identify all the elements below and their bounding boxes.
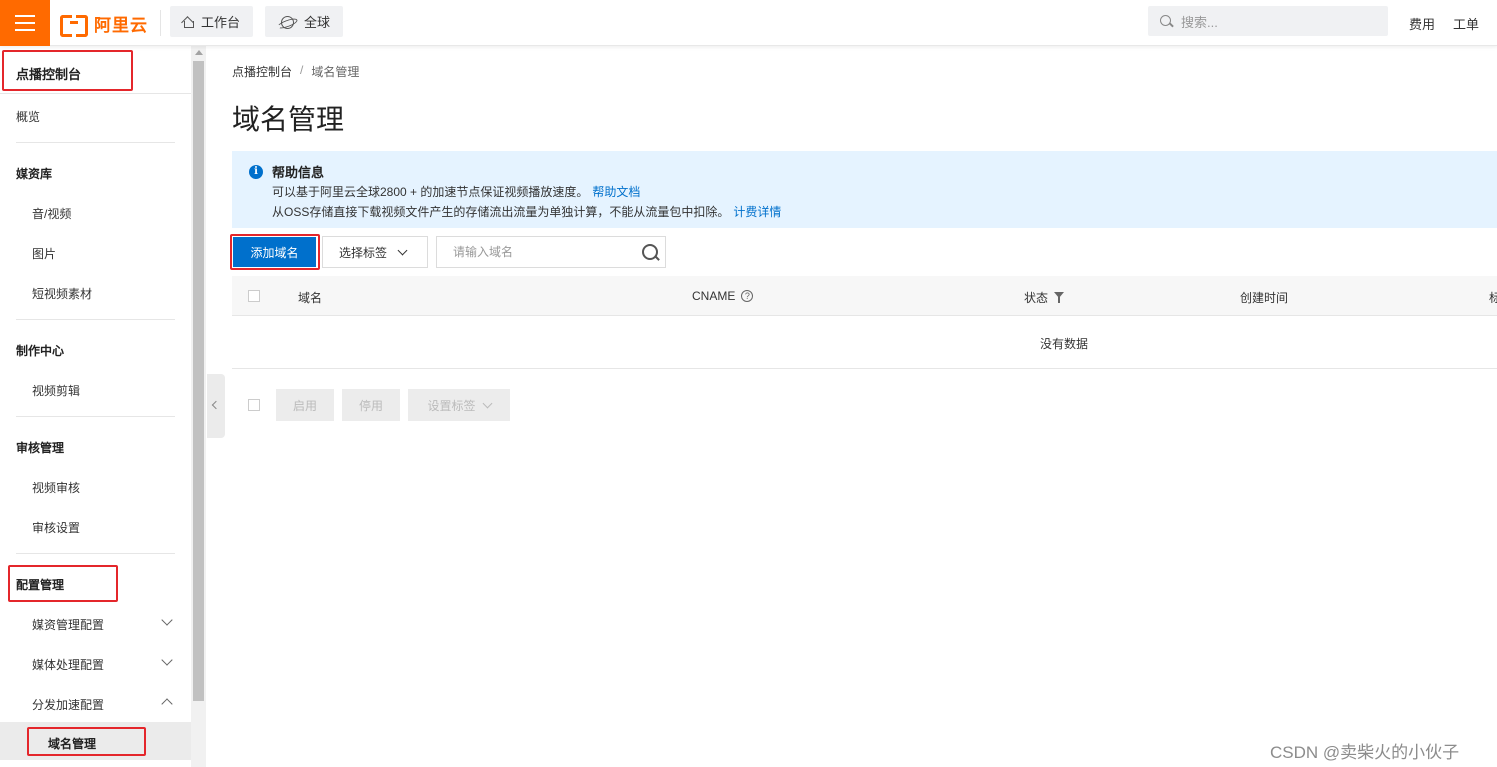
column-status: 状态 bbox=[1024, 289, 1065, 306]
table-empty-row: 没有数据 bbox=[232, 316, 1497, 369]
sidebar-group-production: 制作中心 bbox=[16, 344, 65, 358]
info-icon: i bbox=[249, 165, 263, 179]
chevron-down-icon bbox=[482, 398, 492, 408]
sidebar-item-overview[interactable]: 概览 bbox=[16, 108, 40, 125]
chevron-up-icon[interactable] bbox=[161, 698, 173, 710]
enable-button[interactable]: 启用 bbox=[276, 389, 334, 421]
domain-search-field[interactable] bbox=[436, 236, 666, 268]
sidebar-scrollbar[interactable] bbox=[191, 46, 206, 767]
breadcrumb-current: 域名管理 bbox=[311, 65, 360, 79]
column-created-time: 创建时间 bbox=[1240, 291, 1289, 305]
tab-workbench-label: 工作台 bbox=[201, 15, 241, 30]
select-all-checkbox[interactable] bbox=[248, 290, 260, 302]
sidebar-item-short-video[interactable]: 短视频素材 bbox=[32, 285, 92, 302]
set-tag-button[interactable]: 设置标签 bbox=[408, 389, 510, 421]
sidebar-item-media-config[interactable]: 媒资管理配置 bbox=[32, 616, 104, 633]
filter-icon[interactable] bbox=[1054, 292, 1065, 303]
divider bbox=[0, 93, 191, 94]
chevron-down-icon[interactable] bbox=[161, 654, 173, 666]
tab-region-label: 全球 bbox=[304, 15, 331, 30]
search-icon bbox=[1160, 14, 1173, 28]
sidebar-item-audio-video[interactable]: 音/视频 bbox=[32, 205, 71, 222]
chevron-left-icon bbox=[211, 400, 221, 410]
globe-icon bbox=[277, 15, 297, 29]
top-bar: 阿里云 工作台 全球 搜索... 费用 工单 bbox=[0, 0, 1497, 46]
chevron-down-icon[interactable] bbox=[161, 614, 173, 626]
sidebar-item-cdn-config[interactable]: 分发加速配置 bbox=[32, 696, 104, 713]
help-line: 从OSS存储直接下载视频文件产生的存储流出流量为单独计算，不能从流量包中扣除。计… bbox=[272, 203, 781, 220]
brand-name: 阿里云 bbox=[94, 15, 148, 35]
column-tags: 标 bbox=[1489, 291, 1497, 305]
sidebar-item-review-settings[interactable]: 审核设置 bbox=[32, 519, 80, 536]
divider bbox=[16, 319, 175, 320]
disable-button[interactable]: 停用 bbox=[342, 389, 400, 421]
help-doc-link[interactable]: 帮助文档 bbox=[592, 185, 640, 199]
help-info-panel: i 帮助信息 可以基于阿里云全球2800 + 的加速节点保证视频播放速度。 帮助文… bbox=[232, 151, 1497, 228]
billing-link[interactable]: 费用 bbox=[1409, 14, 1435, 33]
question-icon[interactable]: ? bbox=[741, 290, 754, 302]
column-cname: CNAME? bbox=[692, 289, 754, 303]
sidebar-group-config: 配置管理 bbox=[16, 578, 65, 592]
menu-icon bbox=[15, 15, 35, 17]
domain-search-input[interactable] bbox=[437, 237, 632, 267]
select-tag-dropdown[interactable]: 选择标签 bbox=[322, 236, 428, 268]
select-tag-label: 选择标签 bbox=[339, 245, 388, 260]
chevron-down-icon bbox=[397, 245, 408, 255]
tab-workbench[interactable]: 工作台 bbox=[170, 6, 253, 37]
ticket-link[interactable]: 工单 bbox=[1453, 14, 1479, 33]
add-domain-button[interactable]: 添加域名 bbox=[233, 237, 316, 267]
billing-detail-link[interactable]: 计费详情 bbox=[733, 205, 781, 219]
watermark: CSDN @卖柴火的小伙子 bbox=[1270, 743, 1460, 762]
home-icon bbox=[182, 16, 194, 28]
breadcrumb: 点播控制台 / 域名管理 bbox=[232, 63, 359, 80]
sidebar-item-processing-config[interactable]: 媒体处理配置 bbox=[32, 656, 104, 673]
sidebar-group-media: 媒资库 bbox=[16, 167, 53, 181]
help-line: 可以基于阿里云全球2800 + 的加速节点保证视频播放速度。 帮助文档 bbox=[272, 183, 640, 200]
sidebar: 点播控制台 概览 媒资库 音/视频 图片 短视频素材 制作中心 视频剪辑 审核管… bbox=[0, 46, 191, 767]
sidebar-item-images[interactable]: 图片 bbox=[32, 245, 56, 262]
divider bbox=[16, 416, 175, 417]
batch-select-checkbox[interactable] bbox=[248, 399, 260, 411]
sidebar-item-domain-management[interactable]: 域名管理 bbox=[48, 735, 96, 752]
divider bbox=[16, 553, 175, 554]
breadcrumb-separator: / bbox=[300, 63, 304, 77]
sidebar-title: 点播控制台 bbox=[16, 67, 82, 82]
breadcrumb-root[interactable]: 点播控制台 bbox=[232, 63, 292, 80]
sidebar-item-video-review[interactable]: 视频审核 bbox=[32, 479, 80, 496]
search-icon[interactable] bbox=[642, 244, 659, 261]
help-text: 可以基于阿里云全球2800 + 的加速节点保证视频播放速度。 bbox=[272, 185, 589, 199]
aliyun-logo-icon bbox=[60, 15, 88, 37]
help-title: 帮助信息 bbox=[272, 165, 325, 180]
scroll-up-icon[interactable] bbox=[195, 50, 203, 55]
page-title: 域名管理 bbox=[232, 104, 345, 135]
global-search-input[interactable]: 搜索... bbox=[1148, 6, 1388, 36]
help-text: 从OSS存储直接下载视频文件产生的存储流出流量为单独计算，不能从流量包中扣除。 bbox=[272, 205, 730, 219]
column-domain: 域名 bbox=[298, 291, 323, 305]
sidebar-group-review: 审核管理 bbox=[16, 441, 65, 455]
empty-text: 没有数据 bbox=[1040, 337, 1089, 351]
search-placeholder: 搜索... bbox=[1181, 14, 1218, 30]
aliyun-logo[interactable]: 阿里云 bbox=[60, 10, 161, 37]
sidebar-item-video-edit[interactable]: 视频剪辑 bbox=[32, 382, 80, 399]
scrollbar-thumb[interactable] bbox=[193, 61, 204, 701]
tab-region-global[interactable]: 全球 bbox=[265, 6, 343, 37]
sidebar-collapse-button[interactable] bbox=[207, 374, 225, 438]
table-header: 域名 CNAME? 状态 创建时间 标 bbox=[232, 276, 1497, 316]
divider bbox=[16, 142, 175, 143]
hamburger-menu-button[interactable] bbox=[0, 0, 50, 46]
